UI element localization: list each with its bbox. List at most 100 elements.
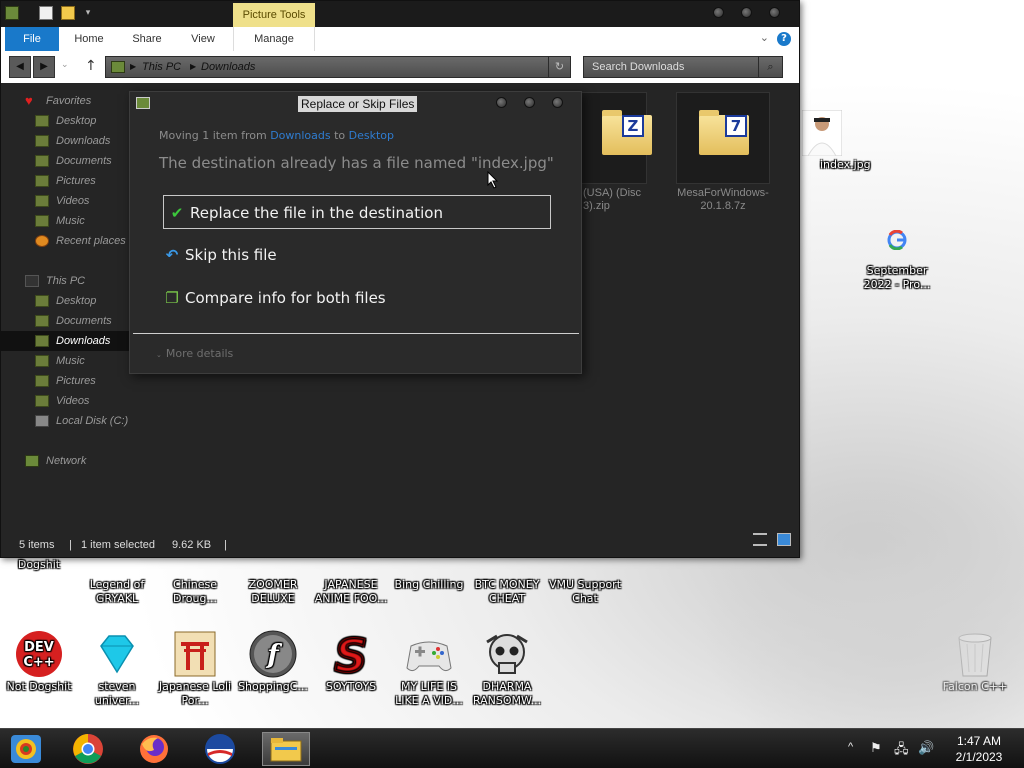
desktop-icon-dharma[interactable]: DHARMA RANSOMW... (468, 630, 546, 708)
nav-pc-videos[interactable]: Videos (35, 391, 89, 411)
file-tile-7z[interactable]: 7 (676, 92, 770, 184)
recent-locations-icon[interactable]: ⌄ (61, 60, 69, 70)
nav-fav-videos[interactable]: Videos (35, 191, 89, 211)
chevron-down-icon[interactable]: ⌄ (760, 31, 769, 44)
desktop-icon-zoomer[interactable]: ZOOMER DELUXE (234, 558, 312, 606)
refresh-icon[interactable]: ↻ (548, 57, 570, 77)
desktop-icon-label: DHARMA RANSOMW... (472, 680, 542, 707)
compare-option-label: Compare info for both files (185, 289, 386, 307)
start-button[interactable] (6, 732, 46, 766)
gamepad-icon (405, 630, 453, 678)
tab-file[interactable]: File (5, 27, 59, 51)
close-button[interactable] (769, 7, 780, 18)
nav-this-pc[interactable]: This PC (25, 271, 85, 291)
replace-option-label: Replace the file in the destination (190, 204, 443, 222)
clock-time: 1:47 AM (956, 734, 1002, 748)
nav-pc-pictures[interactable]: Pictures (35, 371, 96, 391)
breadcrumb-downloads[interactable]: Downloads (201, 57, 255, 77)
new-folder-icon[interactable] (61, 6, 75, 20)
desktop-icon-japanese-loli[interactable]: Japanese Loli Por... (156, 630, 234, 708)
nav-pc-documents[interactable]: Documents (35, 311, 112, 331)
forward-button[interactable]: ▶ (33, 56, 55, 78)
chrome-icon[interactable] (68, 732, 108, 766)
svg-text:DEV: DEV (24, 640, 54, 655)
firefox-icon[interactable] (134, 732, 174, 766)
title-bar: ▾ Picture Tools (1, 1, 799, 27)
desktop-icon-japanese-anime[interactable]: JAPANESE ANIME FOO... (312, 558, 390, 606)
action-center-flag-icon[interactable]: ⚑ (870, 740, 882, 756)
ribbon-tabs: File Home Share View Manage ⌄ ? (1, 27, 799, 51)
address-bar[interactable]: ▶ This PC ▶ Downloads ↻ (105, 56, 571, 78)
search-icon: ⌕ (758, 57, 782, 77)
network-tray-icon[interactable]: 🖧 (894, 740, 909, 762)
google-icon (887, 229, 907, 251)
videos-folder-icon (35, 395, 49, 408)
nav-fav-downloads[interactable]: Downloads (35, 131, 110, 151)
properties-icon[interactable] (39, 6, 53, 20)
nav-fav-music[interactable]: Music (35, 211, 85, 231)
breadcrumb-this-pc[interactable]: This PC (142, 57, 181, 77)
replace-file-option[interactable]: ✔ Replace the file in the destination (163, 195, 551, 229)
destination-folder-link[interactable]: Desktop (349, 129, 394, 142)
source-folder-link[interactable]: Downloads (270, 129, 330, 142)
dialog-maximize-button[interactable] (524, 97, 535, 108)
maximize-button[interactable] (741, 7, 752, 18)
dialog-app-icon (136, 97, 150, 109)
nav-fav-recent[interactable]: Recent places (35, 231, 126, 251)
desktop-icon-shopping[interactable]: f ShoppingC... (234, 630, 312, 694)
desktop-icon-dogshit[interactable]: Dogshit (0, 558, 78, 572)
desktop-icon-steven[interactable]: steven univer... (78, 630, 156, 708)
show-hidden-icons-chevron[interactable]: ^ (848, 741, 853, 753)
tab-home[interactable]: Home (69, 27, 109, 51)
minimize-button[interactable] (713, 7, 724, 18)
mouse-cursor-icon (487, 171, 499, 189)
7z-badge-icon: 7 (725, 115, 747, 137)
moving-summary: Moving 1 item from Downloads to Desktop (159, 129, 395, 142)
help-icon[interactable]: ? (777, 32, 791, 46)
torii-icon (171, 630, 219, 678)
file-explorer-icon[interactable] (262, 732, 310, 766)
desktop-icon-btc[interactable]: BTC MONEY CHEAT (468, 558, 546, 606)
back-button[interactable]: ◀ (9, 56, 31, 78)
desktop-icon-falcon[interactable]: Falcon C++ (936, 630, 1014, 694)
nav-pc-local-disk[interactable]: Local Disk (C:) (35, 411, 128, 431)
desktop-icon-not-dogshit[interactable]: DEV C++ Not Dogshit (0, 630, 78, 694)
desktop-icon-september[interactable]: September 2022 - Pro... (858, 229, 936, 292)
nav-network[interactable]: Network (25, 451, 86, 471)
large-icons-view-icon[interactable] (777, 533, 791, 546)
up-arrow-icon[interactable]: ↑ (85, 58, 97, 74)
desktop-icon-chinese[interactable]: Chinese Droug... (156, 558, 234, 606)
skip-arrow-icon: ↶ (165, 246, 179, 264)
dialog-close-button[interactable] (552, 97, 563, 108)
nav-fav-documents[interactable]: Documents (35, 151, 112, 171)
nav-favorites[interactable]: ♥ Favorites (25, 91, 91, 111)
tab-share[interactable]: Share (125, 27, 169, 51)
desktop-icon-soytoys[interactable]: S SOYTOYS (312, 629, 390, 694)
dialog-minimize-button[interactable] (496, 97, 507, 108)
desktop-icon-bing[interactable]: Bing Chilling (390, 558, 468, 592)
nav-pc-downloads[interactable]: Downloads (1, 331, 130, 351)
compare-files-option[interactable]: ❐ Compare info for both files (163, 281, 386, 315)
volume-icon[interactable]: 🔊 (918, 740, 934, 756)
desktop-icon-legend[interactable]: Legend of GRYAKL (78, 558, 156, 606)
desktop-icon-vmu[interactable]: VMU Support Chat (546, 558, 624, 606)
skull-icon (483, 630, 531, 678)
search-input[interactable]: Search Downloads ⌕ (583, 56, 783, 78)
desktop-icon-label: Dogshit (17, 558, 61, 571)
tab-view[interactable]: View (183, 27, 223, 51)
customize-quick-access-icon[interactable]: ▾ (81, 6, 95, 20)
skip-file-option[interactable]: ↶ Skip this file (163, 238, 277, 272)
desktop-icon-label: BTC MONEY CHEAT (474, 578, 540, 605)
taskbar: ^ ⚑ 🖧 🔊 1:47 AM 2/1/2023 (0, 728, 1024, 768)
desktop-icon-my-life[interactable]: MY LIFE IS LIKE A VID... (390, 630, 468, 708)
details-view-icon[interactable] (753, 533, 767, 546)
nav-fav-pictures[interactable]: Pictures (35, 171, 96, 191)
nav-pc-desktop[interactable]: Desktop (35, 291, 96, 311)
nav-pc-music[interactable]: Music (35, 351, 85, 371)
obama-logo-icon[interactable] (200, 732, 240, 766)
nav-fav-desktop[interactable]: Desktop (35, 111, 96, 131)
clock-date: 2/1/2023 (955, 750, 1003, 764)
more-details-toggle[interactable]: ⌄ More details (156, 347, 233, 360)
taskbar-clock[interactable]: 1:47 AM 2/1/2023 (944, 733, 1014, 765)
tab-manage[interactable]: Manage (233, 27, 315, 51)
